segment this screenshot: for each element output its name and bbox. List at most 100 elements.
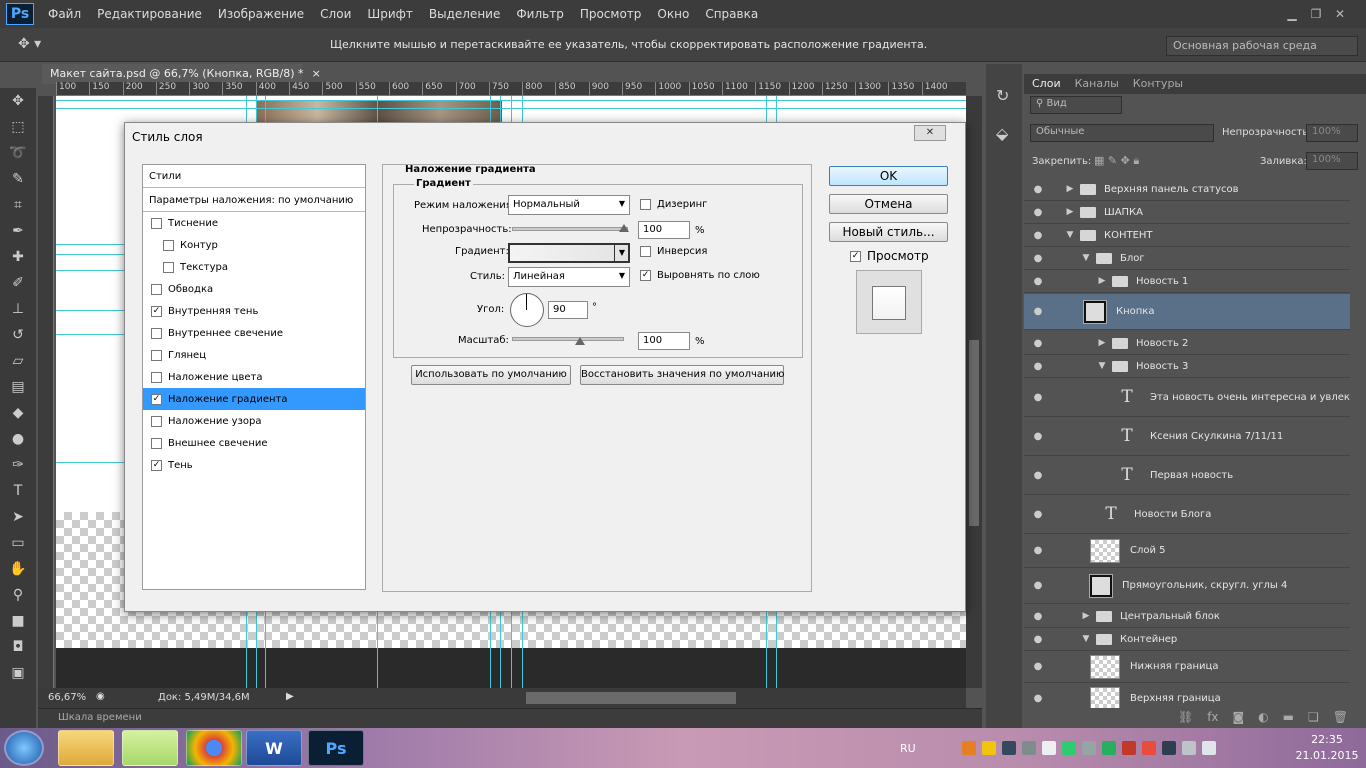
style-checkbox[interactable] — [151, 371, 162, 383]
link-layers-icon[interactable]: ⛓ — [1178, 710, 1193, 726]
workspace-select[interactable]: Основная рабочая среда — [1166, 36, 1358, 56]
style-item[interactable]: Внешнее свечение — [143, 432, 365, 454]
eyedropper-tool-icon[interactable]: ✒ — [0, 218, 36, 244]
preview-checkbox[interactable]: ✓ Просмотр — [850, 249, 929, 263]
tray-app-icon[interactable] — [1081, 741, 1096, 755]
healing-tool-icon[interactable]: ✚ — [0, 244, 36, 270]
visibility-eye-icon[interactable]: ● — [1024, 634, 1052, 645]
visibility-eye-icon[interactable]: ● — [1024, 184, 1052, 195]
align-box[interactable]: ✓ — [640, 270, 651, 281]
style-item[interactable]: ✓ Внутренняя тень — [143, 300, 365, 322]
menu-help[interactable]: Справка — [705, 7, 758, 21]
expanded-arrow-icon[interactable]: ▼ — [1064, 230, 1076, 240]
gradient-picker[interactable]: ▼ — [508, 243, 630, 263]
adjustment-layer-icon[interactable]: ◐ — [1258, 710, 1268, 726]
tab-layers[interactable]: Слои — [1032, 77, 1061, 91]
history-brush-icon[interactable]: ↺ — [0, 322, 36, 348]
expanded-arrow-icon[interactable]: ▼ — [1080, 634, 1092, 644]
scale-slider[interactable] — [512, 337, 624, 341]
path-select-tool-icon[interactable]: ➤ — [0, 504, 36, 530]
tray-app-icon[interactable] — [1121, 741, 1136, 755]
type-tool-icon[interactable]: T — [0, 478, 36, 504]
tray-app-icon[interactable] — [1001, 741, 1016, 755]
tray-app-icon[interactable] — [1061, 741, 1076, 755]
style-checkbox[interactable] — [151, 415, 162, 427]
ok-button[interactable]: OK — [829, 166, 948, 186]
layer-row[interactable]: ● Кнопка — [1024, 294, 1350, 330]
zoom-readout[interactable]: 66,67% — [48, 692, 86, 703]
lasso-tool-icon[interactable]: ➰ — [0, 140, 36, 166]
style-item[interactable]: Наложение узора — [143, 410, 365, 432]
horizontal-scrollbar-thumb[interactable] — [526, 692, 736, 704]
volume-icon[interactable] — [1201, 741, 1216, 755]
style-item[interactable]: Контур — [143, 234, 365, 256]
visibility-eye-icon[interactable]: ● — [1024, 661, 1052, 672]
hand-tool-icon[interactable]: ✋ — [0, 556, 36, 582]
menu-image[interactable]: Изображение — [218, 7, 304, 21]
style-checkbox[interactable] — [151, 283, 162, 295]
visibility-eye-icon[interactable]: ● — [1024, 545, 1052, 556]
make-default-button[interactable]: Использовать по умолчанию — [411, 365, 571, 385]
visibility-eye-icon[interactable]: ● — [1024, 611, 1052, 622]
word-taskbar-button[interactable]: W — [246, 730, 302, 766]
layer-row[interactable]: ● ▶ Новость 1 — [1024, 270, 1350, 293]
new-group-icon[interactable]: ▬ — [1283, 710, 1294, 726]
style-checkbox[interactable] — [151, 327, 162, 339]
collapsed-arrow-icon[interactable]: ▶ — [1080, 611, 1092, 621]
opacity-slider[interactable] — [512, 227, 628, 231]
stamp-tool-icon[interactable]: ⊥ — [0, 296, 36, 322]
styles-header[interactable]: Стили — [143, 166, 365, 188]
pen-tool-icon[interactable]: ✑ — [0, 452, 36, 478]
vertical-scrollbar-thumb[interactable] — [969, 340, 979, 526]
minimize-icon[interactable]: ▁ — [1280, 6, 1304, 22]
quick-select-tool-icon[interactable]: ✎ — [0, 166, 36, 192]
dither-box[interactable] — [640, 199, 651, 210]
reset-default-button[interactable]: Восстановить значения по умолчанию — [580, 365, 784, 385]
blur-tool-icon[interactable]: ◆ — [0, 400, 36, 426]
scale-slider-handle[interactable] — [575, 337, 585, 345]
style-item[interactable]: Глянец — [143, 344, 365, 366]
shape-tool-icon[interactable]: ▭ — [0, 530, 36, 556]
layer-row[interactable]: ● T Эта новость очень интересна и увлек... — [1024, 378, 1350, 417]
restore-icon[interactable]: ❐ — [1304, 6, 1328, 22]
visibility-eye-icon[interactable]: ● — [1024, 253, 1052, 264]
menu-filter[interactable]: Фильтр — [516, 7, 563, 21]
layer-row[interactable]: ● T Новости Блога — [1024, 495, 1350, 534]
document-tab[interactable]: Макет сайта.psd @ 66,7% (Кнопка, RGB/8) … — [42, 64, 321, 84]
add-mask-icon[interactable]: ◙ — [1233, 710, 1245, 726]
style-checkbox[interactable] — [151, 437, 162, 449]
scale-input[interactable]: 100 — [638, 332, 690, 350]
menu-type[interactable]: Шрифт — [367, 7, 413, 21]
explorer-taskbar-button[interactable] — [58, 730, 114, 766]
history-panel-icon[interactable]: ↻ — [996, 86, 1009, 105]
delete-layer-icon[interactable]: 🗑︎ — [1333, 710, 1348, 726]
tab-channels[interactable]: Каналы — [1075, 77, 1119, 91]
style-item[interactable]: Тиснение — [143, 212, 365, 234]
style-checkbox[interactable] — [151, 217, 162, 229]
menu-layers[interactable]: Слои — [320, 7, 351, 21]
layer-row[interactable]: ● ▼ Контейнер — [1024, 628, 1350, 651]
network-icon[interactable] — [1181, 741, 1196, 755]
document-tab-close-icon[interactable]: × — [312, 67, 321, 81]
blend-mode-select[interactable]: Обычные — [1030, 124, 1214, 142]
align-checkbox[interactable]: ✓ Выровнять по слою — [640, 270, 760, 281]
visibility-eye-icon[interactable]: ● — [1024, 470, 1052, 481]
fx-icon[interactable]: fx — [1207, 710, 1218, 726]
layer-row[interactable]: ● ▼ Блог — [1024, 247, 1350, 270]
style-checkbox[interactable] — [163, 239, 174, 251]
menu-select[interactable]: Выделение — [429, 7, 500, 21]
expanded-arrow-icon[interactable]: ▼ — [1080, 253, 1092, 263]
collapsed-arrow-icon[interactable]: ▶ — [1064, 184, 1076, 194]
gradient-tool-icon[interactable]: ▤ — [0, 374, 36, 400]
layer-row[interactable]: ● Прямоугольник, скругл. углы 4 — [1024, 568, 1350, 604]
style-item[interactable]: Внутреннее свечение — [143, 322, 365, 344]
style-checkbox[interactable]: ✓ — [151, 459, 162, 471]
preview-box[interactable]: ✓ — [850, 250, 861, 262]
visibility-eye-icon[interactable]: ● — [1024, 207, 1052, 218]
tray-app-icon[interactable] — [1101, 741, 1116, 755]
tray-app-icon[interactable] — [961, 741, 976, 755]
visibility-eye-icon[interactable]: ● — [1024, 361, 1052, 372]
new-layer-icon[interactable]: ❏ — [1308, 710, 1319, 726]
timeline-panel[interactable]: Шкала времени — [38, 708, 982, 728]
move-tool-icon[interactable]: ✥ — [0, 88, 36, 114]
